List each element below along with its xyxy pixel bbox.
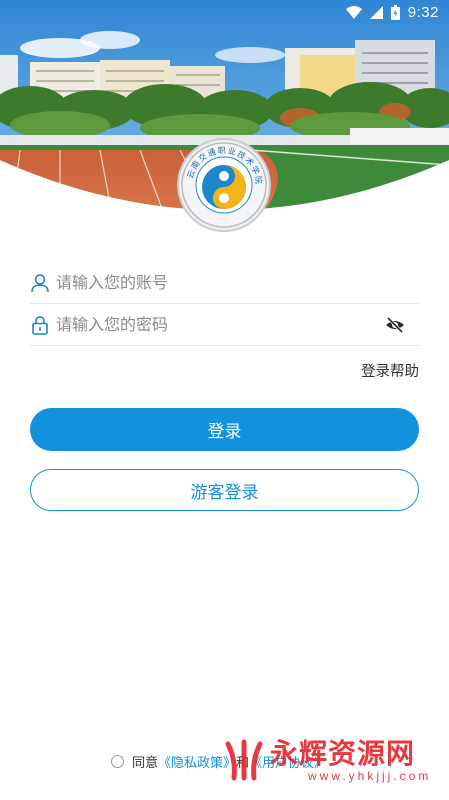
guest-login-button[interactable]: 游客登录 xyxy=(30,469,419,511)
watermark-logo-icon xyxy=(225,739,263,781)
lock-icon xyxy=(32,315,48,335)
account-input[interactable] xyxy=(56,262,419,303)
agreement-prefix: 同意 xyxy=(132,756,159,771)
login-form xyxy=(30,262,419,346)
eye-off-icon[interactable] xyxy=(385,315,405,335)
signal-icon xyxy=(369,5,383,19)
watermark-text: 永辉资源网 xyxy=(270,737,416,770)
login-help-link[interactable]: 登录帮助 xyxy=(361,360,419,381)
status-bar: 9:32 xyxy=(0,0,449,24)
emblem-graphic: 云南交通职业技术学院 xyxy=(181,142,267,228)
login-button[interactable]: 登录 xyxy=(30,408,419,451)
watermark-url: www.yhkjjj.com xyxy=(308,769,432,783)
user-icon xyxy=(31,273,49,292)
account-field xyxy=(30,262,419,304)
password-input[interactable] xyxy=(56,304,419,345)
battery-icon xyxy=(390,4,400,20)
school-emblem: 云南交通职业技术学院 xyxy=(177,138,271,232)
agreement-radio[interactable] xyxy=(111,755,124,768)
password-field xyxy=(30,304,419,346)
status-time: 9:32 xyxy=(407,3,439,21)
wifi-icon xyxy=(345,5,362,19)
watermark: 永辉资源网 www.yhkjjj.com xyxy=(222,738,431,782)
